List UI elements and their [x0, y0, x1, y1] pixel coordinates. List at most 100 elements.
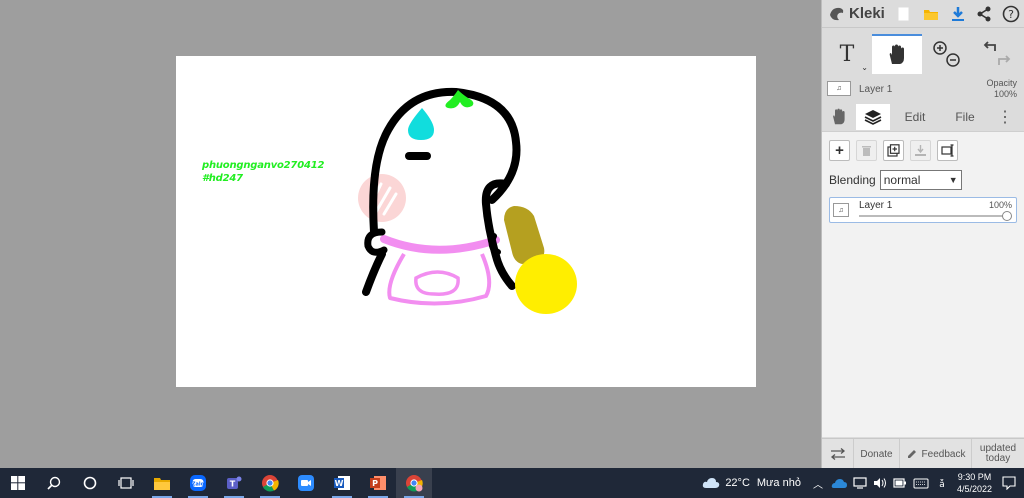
tab-hand[interactable] [822, 104, 856, 130]
duplicate-icon [887, 144, 900, 157]
windows-taskbar: Zalo T W P 22°C Mưa nhỏ ︿ ẫ 9:30 PM 4/5/… [0, 468, 1024, 498]
zoom-buttons [922, 34, 972, 74]
keyboard-icon[interactable] [913, 477, 929, 489]
zoom-icon [298, 475, 314, 491]
svg-text:ẫ: ẫ [939, 479, 945, 489]
share-button[interactable] [971, 0, 998, 28]
clock-time: 9:30 PM [957, 472, 992, 482]
undo-redo-icon[interactable] [979, 39, 1015, 69]
pink-pocket [414, 270, 460, 296]
layer-actions: + [829, 140, 958, 161]
svg-text:W: W [335, 479, 344, 488]
network-icon[interactable] [853, 477, 867, 489]
layer-name: Layer 1 [859, 200, 893, 211]
current-layer-name: Layer 1 [859, 84, 893, 95]
svg-text:Zalo: Zalo [192, 481, 205, 487]
chevron-down-icon[interactable]: ⌄ [861, 63, 868, 72]
opacity-readout: Opacity 100% [986, 78, 1017, 100]
merge-down-icon [915, 145, 926, 156]
hand-icon [833, 108, 845, 125]
tab-edit[interactable]: Edit [890, 104, 940, 130]
start-button[interactable] [0, 468, 36, 498]
notification-icon[interactable] [1002, 476, 1016, 490]
save-button[interactable] [944, 0, 971, 28]
text-tool-button[interactable]: T ⌄ [822, 34, 872, 74]
chevron-down-icon: ▼ [948, 175, 958, 185]
plus-icon: + [835, 142, 844, 159]
merge-down-button[interactable] [910, 140, 931, 161]
new-image-button[interactable] [891, 0, 918, 28]
rename-layer-button[interactable] [937, 140, 958, 161]
layer-opacity-slider-handle[interactable] [1002, 211, 1012, 221]
app-name: Kleki [849, 5, 885, 22]
search-button[interactable] [36, 468, 72, 498]
layer-opacity: 100% [988, 200, 1012, 210]
app-logo[interactable]: Kleki [828, 5, 891, 23]
taskbar-zoom[interactable] [288, 468, 324, 498]
top-bar: Kleki ? [822, 0, 1024, 28]
open-file-button[interactable] [918, 0, 945, 28]
layer-thumbnail: ♫ [827, 81, 851, 96]
svg-text:P: P [372, 479, 378, 488]
swap-arrows-icon [830, 448, 845, 460]
blush-circle [358, 174, 406, 222]
more-menu-icon[interactable]: ⋮ [990, 104, 1020, 130]
word-icon: W [334, 476, 350, 490]
language-icon[interactable]: ẫ [935, 477, 949, 489]
system-tray: 22°C Mưa nhỏ ︿ ẫ 9:30 PM 4/5/2022 [702, 468, 1024, 498]
text-tool-label: T [839, 41, 855, 67]
hand-tool-button[interactable] [872, 34, 922, 74]
cortana-button[interactable] [72, 468, 108, 498]
battery-icon[interactable] [893, 477, 907, 489]
taskbar-file-explorer[interactable] [144, 468, 180, 498]
tab-file[interactable]: File [940, 104, 990, 130]
delete-layer-button[interactable] [856, 140, 877, 161]
teams-icon: T [227, 476, 242, 489]
opacity-label: Opacity [986, 78, 1017, 88]
canvas-text-line-2: #hd247 [202, 173, 243, 184]
feedback-button[interactable]: Feedback [900, 439, 972, 469]
taskbar-powerpoint[interactable]: P [360, 468, 396, 498]
swap-side-button[interactable] [822, 439, 854, 469]
sweat-drop [408, 108, 434, 140]
blending-select[interactable]: normal ▼ [879, 170, 962, 190]
tab-layers[interactable] [856, 104, 890, 130]
taskbar-teams[interactable]: T [216, 468, 252, 498]
add-layer-button[interactable]: + [829, 140, 850, 161]
rename-icon [940, 144, 953, 157]
chevron-up-icon[interactable]: ︿ [813, 476, 823, 491]
donate-button[interactable]: Donate [854, 439, 900, 469]
feedback-label: Feedback [921, 448, 966, 460]
clock[interactable]: 9:30 PM 4/5/2022 [957, 471, 992, 495]
task-view-button[interactable] [108, 468, 144, 498]
taskbar-chrome-kleki[interactable] [396, 468, 432, 498]
zoom-in-out-icon[interactable] [929, 39, 965, 69]
workspace[interactable]: phuongnganvo270412 #hd247 [0, 0, 821, 468]
new-file-icon [897, 6, 910, 21]
changelog-button[interactable]: updated today [972, 439, 1024, 469]
weather-cloud-icon [703, 478, 720, 488]
weather-description[interactable]: Mưa nhỏ [757, 477, 801, 489]
updated-date: today [985, 453, 1011, 464]
cortana-icon [83, 476, 97, 490]
taskbar-chrome[interactable] [252, 468, 288, 498]
powerpoint-icon: P [370, 476, 386, 490]
canvas-drawing [358, 87, 577, 314]
blending-label: Blending [829, 173, 876, 187]
svg-text:T: T [230, 480, 236, 489]
panel-bottom-bar: Donate Feedback updated today [822, 438, 1024, 469]
taskbar-word[interactable]: W [324, 468, 360, 498]
help-button[interactable]: ? [997, 0, 1024, 28]
layer-opacity-slider[interactable] [859, 215, 1008, 217]
search-icon [47, 476, 61, 490]
onedrive-icon[interactable] [831, 478, 847, 488]
duplicate-layer-button[interactable] [883, 140, 904, 161]
svg-text:?: ? [1008, 8, 1014, 21]
left-arm [362, 250, 386, 296]
taskbar-zalo[interactable]: Zalo [180, 468, 216, 498]
drawing-canvas[interactable]: phuongnganvo270412 #hd247 [176, 56, 756, 387]
weather-temperature[interactable]: 22°C [725, 477, 750, 489]
layer-list-item[interactable]: ♫ Layer 1 100% [829, 197, 1017, 223]
volume-icon[interactable] [873, 477, 887, 489]
trash-icon [862, 145, 871, 156]
